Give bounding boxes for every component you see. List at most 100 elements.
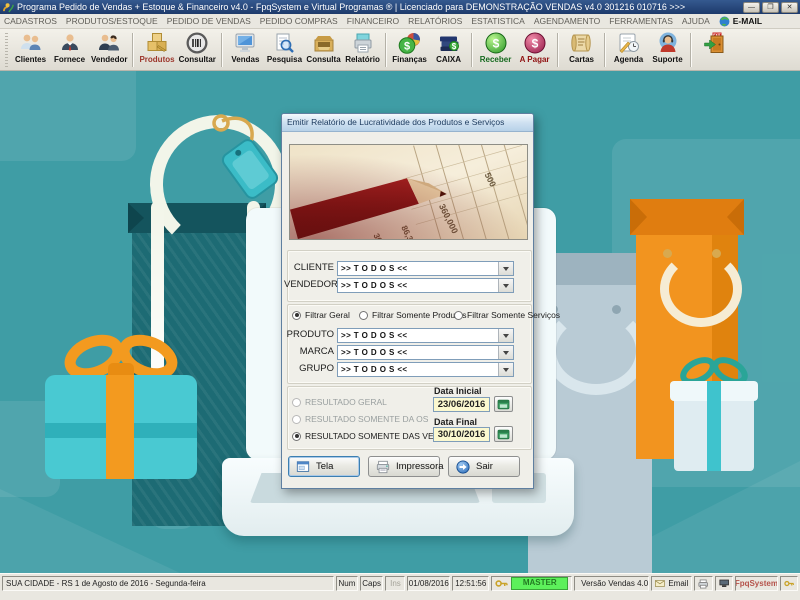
menu-relatorios[interactable]: RELATÓRIOS [408,16,462,26]
grupo-label: GRUPO [284,362,334,376]
toolbar-button-consulta[interactable]: Consulta [304,30,343,70]
bag-handle-hole [712,249,721,258]
support-icon [656,31,680,55]
toolbar-button-relatorio[interactable]: Relatório [343,30,382,70]
tela-button[interactable]: Tela [288,456,360,477]
status-email[interactable]: Email [651,576,692,591]
pay-icon: $ [523,31,547,55]
printer-icon [698,579,708,589]
dialog-title[interactable]: Emitir Relatório de Lucratividade dos Pr… [282,114,533,132]
chevron-down-icon[interactable] [498,329,513,342]
menu-agendamento[interactable]: AGENDAMENTO [534,16,600,26]
bag-notch [727,199,744,235]
radio-dot [292,432,301,441]
svg-text:$: $ [492,37,499,51]
radio-filtrar-somente-produtos[interactable]: Filtrar Somente Produtos [359,310,466,320]
menu-pedido-de-vendas[interactable]: PEDIDO DE VENDAS [167,16,251,26]
chevron-down-icon[interactable] [498,279,513,292]
menu-estatistica[interactable]: ESTATISTICA [471,16,525,26]
minimize-button[interactable]: — [743,2,760,13]
toolbar-button-financas[interactable]: $ Finanças [390,30,429,70]
radio-filtrar-somente-servicos[interactable]: Filtrar Somente Serviços [454,310,560,320]
toolbar-button-vendas[interactable]: Vendas [226,30,265,70]
data-inicial-field[interactable]: 23/06/2016 [433,397,490,412]
grupo-combobox[interactable]: >> T O D O S << [337,362,514,377]
data-final-field[interactable]: 30/10/2016 [433,427,490,442]
toolbar-button-produtos[interactable]: Produtos [137,30,176,70]
status-key[interactable] [780,576,798,591]
products-icon [145,31,169,55]
radio-dot [292,398,301,407]
status-date: 01/08/2016 [407,576,450,591]
finance-icon: $ [398,31,422,55]
status-brand: FpqSystem [735,576,778,591]
toolbar-separator [221,33,223,67]
data-final-calendar-button[interactable] [494,426,513,442]
radio-filtrar-geral[interactable]: Filtrar Geral [292,310,350,320]
status-network[interactable] [715,576,733,591]
vendedor-combobox[interactable]: >> T O D O S << [337,278,514,293]
chevron-down-icon[interactable] [498,346,513,359]
menu-pedido-compras[interactable]: PEDIDO COMPRAS [260,16,338,26]
close-button[interactable]: ✕ [781,2,798,13]
chevron-down-icon[interactable] [498,363,513,376]
toolbar-button-consultar[interactable]: Consultar [177,30,218,70]
key-icon [784,579,794,588]
toolbar-button-cartas[interactable]: Cartas [562,30,601,70]
data-inicial-label: Data Inicial [434,386,482,396]
svg-text:$: $ [403,40,409,52]
report-printer-icon [351,31,375,55]
produto-combobox[interactable]: >> T O D O S << [337,328,514,343]
toolbar-grip [5,33,8,67]
toolbar-separator [471,33,473,67]
toolbar-button-suporte[interactable]: Suporte [648,30,687,70]
menu-financeiro[interactable]: FINANCEIRO [347,16,399,26]
app-icon [3,2,14,13]
cliente-combobox[interactable]: >> T O D O S << [337,261,514,276]
toolbar-separator [604,33,606,67]
toolbar-button-receber[interactable]: $ Receber [476,30,515,70]
marca-combobox[interactable]: >> T O D O S << [337,345,514,360]
titlebar: Programa Pedido de Vendas + Estoque & Fi… [0,0,800,14]
produto-label: PRODUTO [284,328,334,342]
radio-resultado-geral: RESULTADO GERAL [292,397,387,407]
toolbar-button-clientes[interactable]: Clientes [11,30,50,70]
radio-dot [454,311,463,320]
status-location-date: SUA CIDADE - RS 1 de Agosto de 2016 - Se… [2,576,334,591]
radio-dot [292,311,301,320]
toolbar-button-vendedor[interactable]: Vendedor [89,30,129,70]
status-printer[interactable] [694,576,712,591]
status-version: Versão Vendas 4.0 [574,576,649,591]
svg-text:$: $ [451,42,456,51]
menu-cadastros[interactable]: CADASTROS [4,16,57,26]
radio-resultado-somente-da-os: RESULTADO SOMENTE DA OS [292,414,428,424]
menu-ajuda[interactable]: AJUDA [682,16,710,26]
menu-email[interactable]: E-MAIL [719,16,762,27]
calendar-icon [497,429,510,440]
chevron-down-icon[interactable] [498,262,513,275]
toolbar-button-exit[interactable]: EXIT [695,30,734,70]
supplier-icon [58,31,82,55]
toolbar-button-pesquisa[interactable]: Pesquisa [265,30,304,70]
svg-text:$: $ [531,37,538,51]
toolbar-button-caixa[interactable]: $ CAIXA [429,30,468,70]
restore-button[interactable]: ❐ [762,2,779,13]
toolbar-button-fornecedor[interactable]: Fornece [50,30,89,70]
menu-ferramentas[interactable]: FERRAMENTAS [609,16,673,26]
toolbar: Clientes Fornece Vendedor Produtos Consu… [0,29,800,71]
bag-handle-arc [660,251,742,327]
computer-icon [719,579,729,588]
impressora-button[interactable]: Impressora [368,456,440,477]
cash-icon: $ [437,31,461,55]
data-final-label: Data Final [434,417,477,427]
toolbar-separator [132,33,134,67]
toolbar-button-a-pagar[interactable]: $ A Pagar [515,30,554,70]
sair-button[interactable]: Sair [448,456,520,477]
menubar: CADASTROS PRODUTOS/ESTOQUE PEDIDO DE VEN… [0,14,800,29]
desktop-background: Emitir Relatório de Lucratividade dos Pr… [0,71,800,573]
data-inicial-calendar-button[interactable] [494,396,513,412]
deco-panel [0,71,136,161]
vendedor-label: VENDEDOR [284,278,334,292]
toolbar-button-agenda[interactable]: Agenda [609,30,648,70]
menu-produtos-estoque[interactable]: PRODUTOS/ESTOQUE [66,16,158,26]
